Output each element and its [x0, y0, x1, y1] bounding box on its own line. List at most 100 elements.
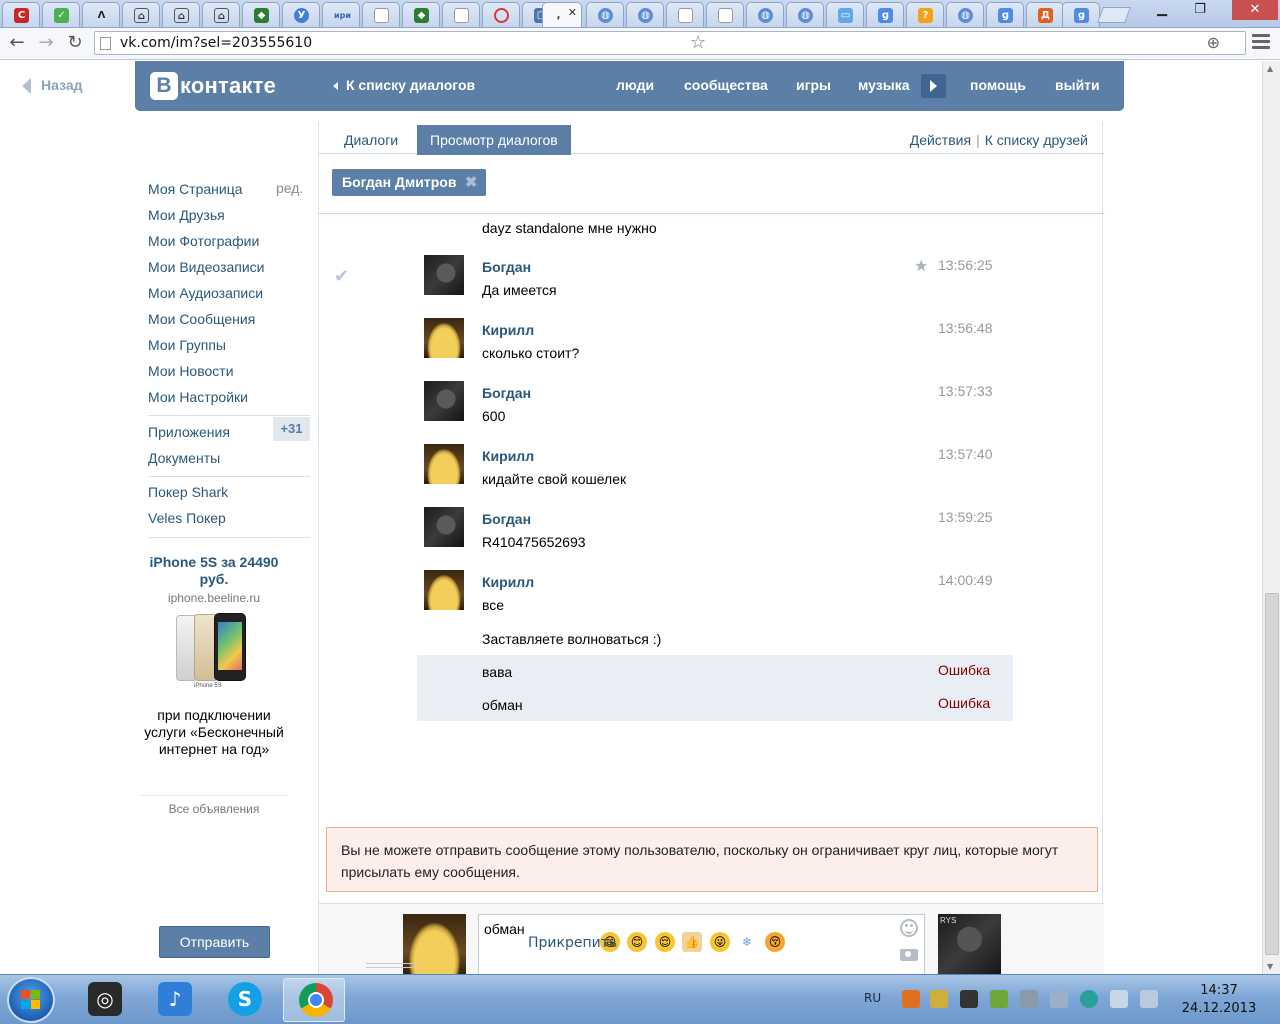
- browser-tab[interactable]: У: [282, 2, 320, 27]
- browser-tab[interactable]: ◆: [402, 2, 440, 27]
- message-author[interactable]: Кирилл: [482, 448, 534, 464]
- tray-app-icon[interactable]: [902, 990, 920, 1008]
- nav-help[interactable]: помощь: [970, 77, 1026, 93]
- dialogs-list-link[interactable]: К списку диалогов: [333, 77, 475, 93]
- kissing-emoji-icon[interactable]: 😚: [765, 932, 785, 952]
- sidebar-item-photos[interactable]: Мои Фотографии: [148, 233, 259, 249]
- taskbar-music[interactable]: ♪: [143, 978, 205, 1022]
- message-time[interactable]: 14:00:49: [938, 572, 993, 588]
- sidebar-item-friends[interactable]: Мои Друзья: [148, 207, 225, 223]
- peer-avatar[interactable]: RYS: [938, 914, 1001, 974]
- sidebar-item-settings[interactable]: Мои Настройки: [148, 389, 248, 405]
- music-play-button[interactable]: [921, 74, 946, 98]
- sidebar-item-my-page[interactable]: Моя Страница: [148, 181, 243, 197]
- back-link[interactable]: Назад: [22, 77, 83, 95]
- message-time[interactable]: 13:57:33: [938, 383, 993, 399]
- volume-icon[interactable]: [1050, 990, 1068, 1008]
- nav-people[interactable]: люди: [616, 77, 654, 93]
- tray-app-icon[interactable]: [930, 990, 948, 1008]
- message-author[interactable]: Кирилл: [482, 574, 534, 590]
- sidebar-item-videos[interactable]: Мои Видеозаписи: [148, 259, 264, 275]
- star-icon[interactable]: ★: [914, 256, 928, 276]
- sidebar-item-apps[interactable]: Приложения: [148, 424, 230, 440]
- error-status[interactable]: Ошибка: [938, 695, 990, 711]
- page-scrollbar[interactable]: ▲ ▼: [1262, 61, 1280, 974]
- message-time[interactable]: 13:57:40: [938, 446, 993, 462]
- avatar[interactable]: [424, 381, 464, 421]
- crazy-emoji-icon[interactable]: 😜: [710, 932, 730, 952]
- taskbar-chrome[interactable]: [283, 978, 345, 1022]
- browser-tab-active[interactable]: , ✕: [542, 2, 582, 27]
- avatar[interactable]: [424, 444, 464, 484]
- browser-tab[interactable]: [442, 2, 480, 27]
- close-window-icon[interactable]: ✕: [1232, 0, 1278, 20]
- forward-arrow-icon[interactable]: →: [34, 32, 58, 54]
- menu-icon[interactable]: [1252, 34, 1270, 52]
- edit-link[interactable]: ред.: [276, 180, 303, 196]
- sidebar-item-groups[interactable]: Мои Группы: [148, 337, 226, 353]
- remove-peer-icon[interactable]: ✖: [465, 169, 478, 196]
- browser-tab[interactable]: [362, 2, 400, 27]
- close-tab-icon[interactable]: ✕: [568, 6, 577, 19]
- browser-tab[interactable]: ⌂: [122, 2, 160, 27]
- scroll-up-icon[interactable]: ▲: [1267, 64, 1273, 73]
- browser-tab[interactable]: ◍: [626, 2, 664, 27]
- smiling-emoji-icon[interactable]: 😊: [627, 932, 647, 952]
- address-bar[interactable]: vk.com/im?sel=203555610 ⊕ ☆: [94, 31, 1246, 55]
- message-time[interactable]: 13:59:25: [938, 509, 993, 525]
- browser-tab[interactable]: C: [2, 2, 40, 27]
- nav-games[interactable]: игры: [796, 77, 831, 93]
- camera-icon[interactable]: [900, 949, 918, 961]
- message-author[interactable]: Богдан: [482, 259, 531, 275]
- restore-icon[interactable]: ❐: [1186, 0, 1214, 20]
- flag-tray-icon[interactable]: [1110, 990, 1128, 1008]
- minimize-icon[interactable]: ▁: [1148, 0, 1176, 20]
- attach-link[interactable]: Прикрепить: [528, 935, 617, 951]
- browser-tab[interactable]: Λ: [82, 2, 120, 27]
- relieved-emoji-icon[interactable]: 😌: [655, 932, 675, 952]
- back-arrow-icon[interactable]: ←: [5, 32, 29, 54]
- browser-tab[interactable]: g: [1062, 2, 1100, 27]
- language-indicator[interactable]: RU: [864, 991, 881, 1005]
- taskbar-steam[interactable]: ◎: [73, 978, 135, 1022]
- browser-tab[interactable]: [706, 2, 744, 27]
- steam-tray-icon[interactable]: [960, 990, 978, 1008]
- browser-tab[interactable]: ✓: [42, 2, 80, 27]
- ad-title[interactable]: iPhone 5S за 24490 руб.: [140, 554, 288, 588]
- browser-tab[interactable]: ⌂: [202, 2, 240, 27]
- address-url[interactable]: vk.com/im?sel=203555610: [120, 34, 312, 52]
- nav-communities[interactable]: сообщества: [684, 77, 768, 93]
- resize-grip[interactable]: [366, 963, 418, 968]
- read-check-icon[interactable]: ✔: [334, 266, 349, 287]
- browser-tab[interactable]: ?: [906, 2, 944, 27]
- vk-logo[interactable]: В контакте: [150, 71, 276, 101]
- browser-tab[interactable]: Д: [1026, 2, 1064, 27]
- taskbar-skype[interactable]: S: [213, 978, 275, 1022]
- avatar[interactable]: [424, 318, 464, 358]
- scroll-thumb[interactable]: [1265, 593, 1279, 955]
- scroll-down-icon[interactable]: ▼: [1267, 962, 1273, 971]
- message-author[interactable]: Богдан: [482, 511, 531, 527]
- browser-tab[interactable]: ◍: [746, 2, 784, 27]
- sidebar-item-messages[interactable]: Мои Сообщения: [148, 311, 255, 327]
- nav-logout[interactable]: выйти: [1055, 77, 1100, 93]
- error-status[interactable]: Ошибка: [938, 662, 990, 678]
- avatar[interactable]: [424, 570, 464, 610]
- network-icon[interactable]: [1140, 990, 1158, 1008]
- avatar[interactable]: [424, 255, 464, 295]
- snowflake-emoji-icon[interactable]: ❄: [737, 932, 757, 952]
- peer-chip[interactable]: Богдан Дмитров ✖: [332, 169, 487, 196]
- bookmark-star-icon[interactable]: ☆: [690, 32, 1240, 53]
- start-button[interactable]: [7, 977, 55, 1023]
- message-time[interactable]: 13:56:48: [938, 320, 993, 336]
- new-tab-button[interactable]: [1097, 7, 1131, 23]
- sidebar-item-news[interactable]: Мои Новости: [148, 363, 234, 379]
- all-ads-link[interactable]: Все объявления: [140, 802, 288, 816]
- browser-tab[interactable]: ◍: [946, 2, 984, 27]
- sidebar-item-poker-shark[interactable]: Покер Shark: [148, 484, 228, 500]
- sidebar-ad[interactable]: iPhone 5S за 24490 руб. iphone.beeline.r…: [140, 554, 288, 758]
- message-time[interactable]: 13:56:25: [938, 257, 993, 273]
- browser-tab[interactable]: g: [986, 2, 1024, 27]
- browser-tab[interactable]: ◆: [242, 2, 280, 27]
- browser-tab[interactable]: ◍: [586, 2, 624, 27]
